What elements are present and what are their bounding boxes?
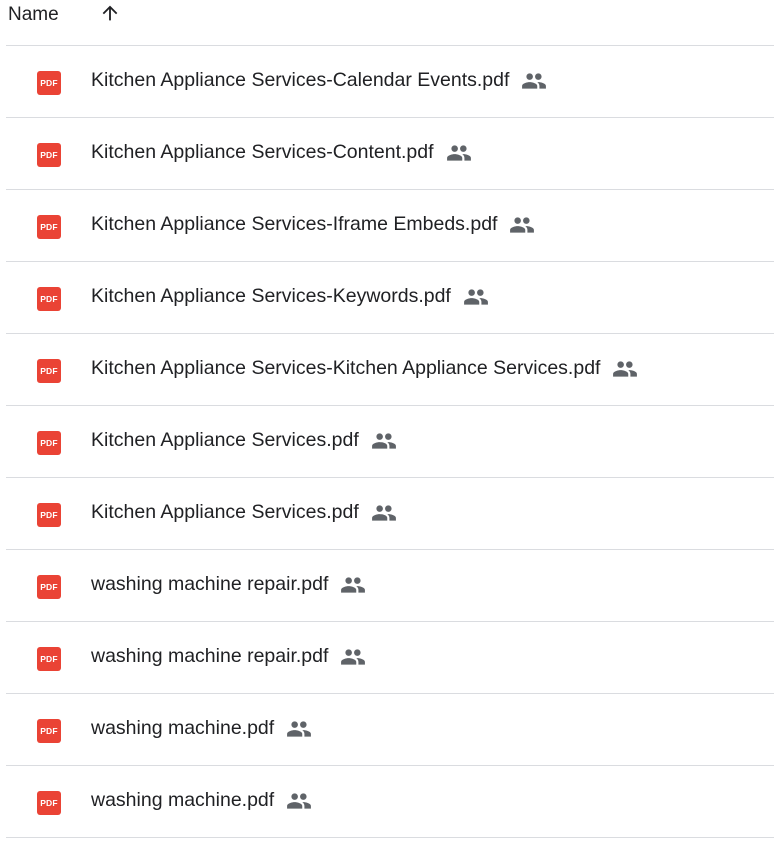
pdf-file-icon: PDF — [37, 71, 61, 95]
file-name-container: Kitchen Appliance Services-Iframe Embeds… — [91, 213, 535, 236]
column-header: Name — [6, 0, 774, 46]
pdf-file-icon: PDF — [37, 215, 61, 239]
file-row[interactable]: PDF Kitchen Appliance Services.pdf — [6, 478, 774, 550]
pdf-file-icon: PDF — [37, 647, 61, 671]
file-row[interactable]: PDF washing machine.pdf — [6, 766, 774, 838]
file-name[interactable]: Kitchen Appliance Services-Calendar Even… — [91, 69, 509, 92]
file-row[interactable]: PDF Kitchen Appliance Services-Kitchen Ap… — [6, 334, 774, 406]
file-name-container: Kitchen Appliance Services-Calendar Even… — [91, 69, 547, 92]
file-row[interactable]: PDF washing machine repair.pdf — [6, 622, 774, 694]
file-name[interactable]: Kitchen Appliance Services.pdf — [91, 501, 359, 524]
shared-people-icon — [340, 648, 366, 666]
shared-people-icon — [371, 504, 397, 522]
file-name[interactable]: washing machine repair.pdf — [91, 573, 328, 596]
shared-people-icon — [340, 576, 366, 594]
arrow-up-icon[interactable] — [99, 2, 121, 24]
shared-people-icon — [509, 216, 535, 234]
pdf-file-icon: PDF — [37, 575, 61, 599]
pdf-file-icon: PDF — [37, 503, 61, 527]
file-name-container: Kitchen Appliance Services-Keywords.pdf — [91, 285, 489, 308]
pdf-file-icon: PDF — [37, 719, 61, 743]
pdf-file-icon: PDF — [37, 287, 61, 311]
file-name-container: washing machine.pdf — [91, 717, 312, 740]
file-list: PDF Kitchen Appliance Services-Calendar E… — [6, 46, 774, 838]
shared-people-icon — [286, 720, 312, 738]
shared-people-icon — [612, 360, 638, 378]
name-column-header[interactable]: Name — [8, 4, 59, 26]
file-name-container: Kitchen Appliance Services.pdf — [91, 429, 397, 452]
file-name-container: washing machine repair.pdf — [91, 645, 366, 668]
file-row[interactable]: PDF Kitchen Appliance Services-Calendar E… — [6, 46, 774, 118]
shared-people-icon — [371, 432, 397, 450]
file-row[interactable]: PDF Kitchen Appliance Services-Iframe Emb… — [6, 190, 774, 262]
shared-people-icon — [286, 792, 312, 810]
file-name-container: Kitchen Appliance Services-Kitchen Appli… — [91, 357, 638, 380]
file-row[interactable]: PDF Kitchen Appliance Services.pdf — [6, 406, 774, 478]
file-name-container: washing machine repair.pdf — [91, 573, 366, 596]
file-row[interactable]: PDF Kitchen Appliance Services-Keywords.p… — [6, 262, 774, 334]
file-row[interactable]: PDF Kitchen Appliance Services-Content.pd… — [6, 118, 774, 190]
pdf-file-icon: PDF — [37, 143, 61, 167]
pdf-file-icon: PDF — [37, 359, 61, 383]
file-row[interactable]: PDF washing machine.pdf — [6, 694, 774, 766]
file-name-container: washing machine.pdf — [91, 789, 312, 812]
pdf-file-icon: PDF — [37, 791, 61, 815]
file-name[interactable]: washing machine.pdf — [91, 717, 274, 740]
file-name[interactable]: Kitchen Appliance Services-Keywords.pdf — [91, 285, 451, 308]
shared-people-icon — [463, 288, 489, 306]
file-name[interactable]: Kitchen Appliance Services.pdf — [91, 429, 359, 452]
shared-people-icon — [446, 144, 472, 162]
file-name-container: Kitchen Appliance Services-Content.pdf — [91, 141, 472, 164]
file-name[interactable]: Kitchen Appliance Services-Kitchen Appli… — [91, 357, 600, 380]
shared-people-icon — [521, 72, 547, 90]
file-name[interactable]: washing machine.pdf — [91, 789, 274, 812]
file-name-container: Kitchen Appliance Services.pdf — [91, 501, 397, 524]
file-name[interactable]: Kitchen Appliance Services-Iframe Embeds… — [91, 213, 497, 236]
file-name[interactable]: washing machine repair.pdf — [91, 645, 328, 668]
file-row[interactable]: PDF washing machine repair.pdf — [6, 550, 774, 622]
file-name[interactable]: Kitchen Appliance Services-Content.pdf — [91, 141, 434, 164]
pdf-file-icon: PDF — [37, 431, 61, 455]
